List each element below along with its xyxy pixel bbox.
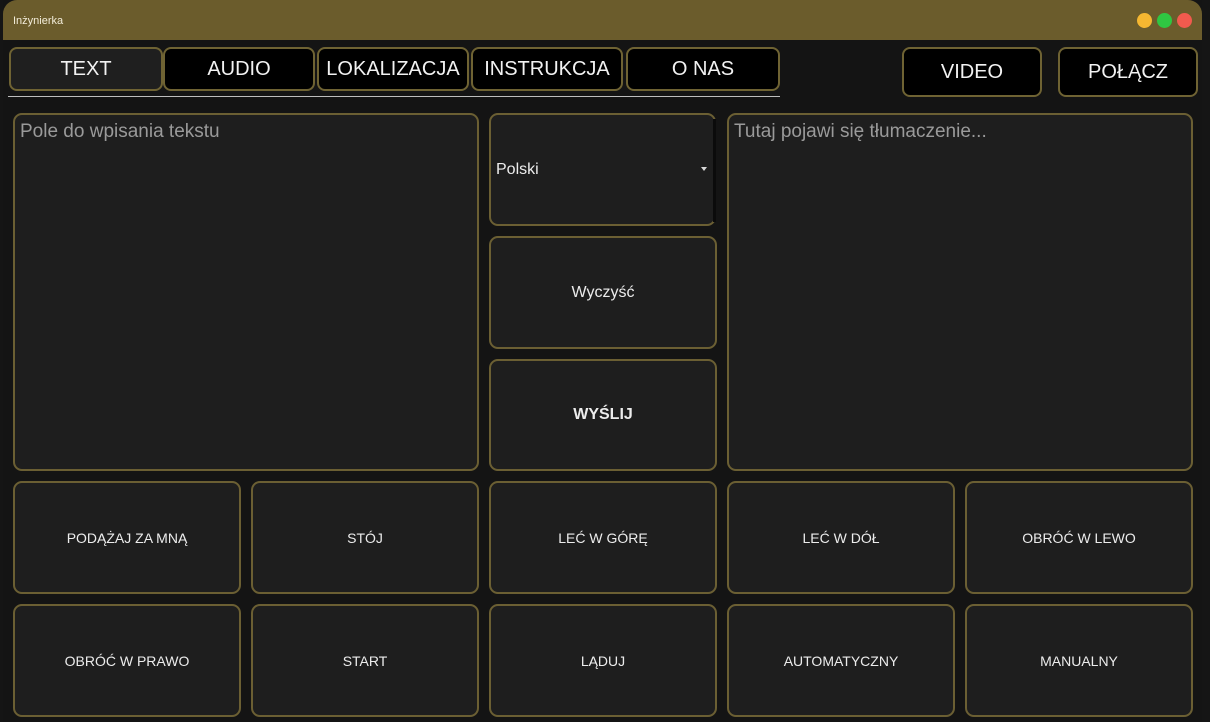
window-title: Inżynierka [13, 15, 64, 27]
command-fly-up-button[interactable]: LEĆ W GÓRĘ [489, 481, 717, 594]
close-icon[interactable] [1177, 13, 1192, 28]
title-bar[interactable]: Inżynierka [3, 0, 1202, 40]
tab-audio[interactable]: AUDIO [163, 47, 315, 91]
tab-lokalizacja[interactable]: LOKALIZACJA [317, 47, 469, 91]
minimize-icon[interactable] [1137, 13, 1152, 28]
chevron-down-icon [701, 167, 707, 171]
clear-button[interactable]: Wyczyść [489, 236, 717, 349]
send-button[interactable]: WYŚLIJ [489, 359, 717, 471]
language-select-value: Polski [496, 160, 539, 178]
command-fly-down-button[interactable]: LEĆ W DÓŁ [727, 481, 955, 594]
command-stop-button[interactable]: STÓJ [251, 481, 479, 594]
command-start-button[interactable]: START [251, 604, 479, 717]
command-turn-left-button[interactable]: OBRÓĆ W LEWO [965, 481, 1193, 594]
select-edge [713, 119, 716, 222]
command-follow-me-button[interactable]: PODĄŻAJ ZA MNĄ [13, 481, 241, 594]
tab-o-nas[interactable]: O NAS [626, 47, 780, 91]
tab-text[interactable]: TEXT [9, 47, 163, 91]
app-window: Inżynierka TEXT AUDIO LOKALIZACJA INSTRU… [3, 0, 1202, 722]
command-turn-right-button[interactable]: OBRÓĆ W PRAWO [13, 604, 241, 717]
maximize-icon[interactable] [1157, 13, 1172, 28]
tab-underline [8, 96, 780, 97]
language-select[interactable]: Polski [489, 113, 716, 226]
translation-output[interactable] [727, 113, 1193, 471]
text-input[interactable] [13, 113, 479, 471]
tab-instrukcja[interactable]: INSTRUKCJA [471, 47, 623, 91]
video-button[interactable]: VIDEO [902, 47, 1042, 97]
connect-button[interactable]: POŁĄCZ [1058, 47, 1198, 97]
command-manual-button[interactable]: MANUALNY [965, 604, 1193, 717]
command-automatic-button[interactable]: AUTOMATYCZNY [727, 604, 955, 717]
command-land-button[interactable]: LĄDUJ [489, 604, 717, 717]
